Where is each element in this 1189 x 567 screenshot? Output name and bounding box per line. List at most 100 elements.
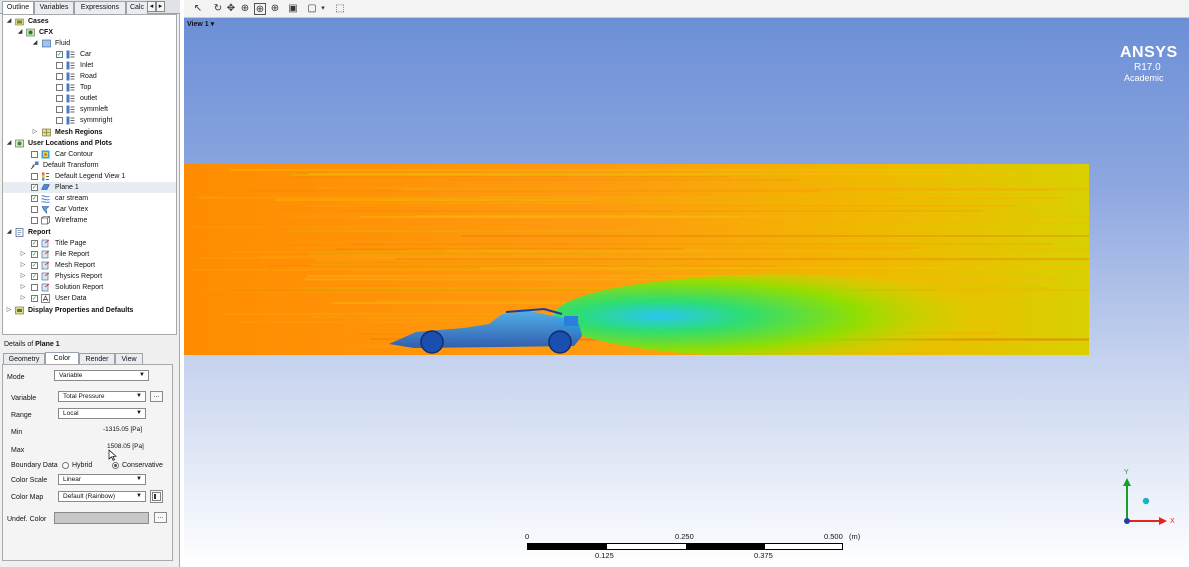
boundary-icon [66,105,75,114]
visibility-checkbox[interactable] [56,73,63,80]
undef-color-browse-button[interactable]: ... [154,512,167,523]
visibility-checkbox[interactable] [31,151,38,158]
pan-icon[interactable]: ✥ [225,3,237,15]
expand-icon[interactable]: ▷ [20,271,26,282]
tree-item-mesh-regions[interactable]: ▷ Mesh Regions [3,127,176,138]
tab-scroll-right-button[interactable]: ▸ [156,1,165,12]
color-scale-select[interactable]: Linear ▼ [58,474,146,485]
undef-color-swatch[interactable] [54,512,149,524]
visibility-checkbox[interactable]: ✓ [31,240,38,247]
visibility-checkbox[interactable]: ✓ [31,195,38,202]
visibility-checkbox[interactable] [56,117,63,124]
scale-unit-label: (m) [849,532,861,541]
collapse-icon[interactable]: ◢ [6,16,12,27]
mode-select[interactable]: Variable ▼ [54,370,149,381]
viewport-layout-dropdown-icon[interactable]: ▾ [317,3,329,15]
visibility-checkbox[interactable]: ✓ [31,251,38,258]
conservative-radio[interactable] [112,462,119,469]
expand-icon[interactable]: ▷ [20,249,26,260]
tab-calculators[interactable]: Calc [126,1,148,14]
tree-item-cfx[interactable]: ◢ CFX [3,27,176,38]
visibility-checkbox[interactable]: ✓ [31,262,38,269]
rotate-icon[interactable]: ↻ [212,3,224,15]
tree-item-report-section[interactable]: ▷ ✓ Mesh Report [3,260,176,271]
visibility-checkbox[interactable]: ✓ [56,51,63,58]
variable-browse-button[interactable]: ... [150,391,163,402]
contour-icon [41,150,50,159]
range-select[interactable]: Local ▼ [58,408,146,419]
expand-icon[interactable]: ▷ [20,293,26,304]
expand-icon[interactable]: ▷ [32,127,38,138]
user-data-icon [41,294,50,303]
tab-expressions[interactable]: Expressions [74,1,126,14]
fit-view-icon[interactable]: ▣ [287,3,299,15]
tree-item-user-locations[interactable]: ◢ User Locations and Plots [3,138,176,149]
hybrid-radio[interactable] [62,462,69,469]
tree-item-plane-1[interactable]: ✓ Plane 1 [3,182,176,193]
visibility-checkbox[interactable]: ✓ [31,295,38,302]
tree-item-boundary[interactable]: symmright [3,115,176,126]
zoom-icon[interactable]: ⊕ [239,3,251,15]
tree-item-report-section[interactable]: ▷ ✓ User Data [3,293,176,304]
variable-select[interactable]: Total Pressure ▼ [58,391,146,402]
color-map-select[interactable]: Default (Rainbow) ▼ [58,491,146,502]
zoom-box-icon[interactable]: ⊕ [254,3,266,15]
tree-item-report-section[interactable]: ▷ Solution Report [3,282,176,293]
dropdown-arrow-icon: ▼ [136,410,142,416]
tree-item-boundary[interactable]: Top [3,82,176,93]
tab-scroll-left-button[interactable]: ◂ [147,1,156,12]
tree-item-default-transform[interactable]: Default Transform [3,160,176,171]
collapse-icon[interactable]: ◢ [32,38,38,49]
tree-item-boundary[interactable]: ✓ Car [3,49,176,60]
zoom-fit-icon[interactable]: ⊕ [269,3,281,15]
collapse-icon[interactable]: ◢ [17,27,23,38]
tree-item-report-section[interactable]: ▷ ✓ Physics Report [3,271,176,282]
tree-item-wireframe[interactable]: Wireframe [3,215,176,226]
boundary-icon [66,116,75,125]
tab-outline[interactable]: Outline [2,1,34,15]
expand-icon[interactable]: ▷ [20,282,26,293]
detach-viewer-icon[interactable]: ⬚ [334,3,346,15]
select-pointer-icon[interactable]: ↖ [192,3,204,15]
visibility-checkbox[interactable] [31,284,38,291]
tree-item-report[interactable]: ◢ Report [3,227,176,238]
tab-variables[interactable]: Variables [34,1,74,14]
tree-item-boundary[interactable]: Road [3,71,176,82]
visibility-checkbox[interactable] [31,217,38,224]
tree-item-report-section[interactable]: ✓ Title Page [3,238,176,249]
expand-icon[interactable]: ▷ [6,305,12,316]
tree-item-car-vortex[interactable]: Car Vortex [3,204,176,215]
report-page-icon [41,239,50,248]
visibility-checkbox[interactable]: ✓ [31,273,38,280]
edit-colormap-icon [152,492,161,501]
tree-item-boundary[interactable]: Inlet [3,60,176,71]
visibility-checkbox[interactable]: ✓ [31,184,38,191]
tree-item-boundary[interactable]: outlet [3,93,176,104]
length-scale-bar: 0 0.250 0.500 (m) 0.125 0.375 [520,530,860,566]
collapse-icon[interactable]: ◢ [6,227,12,238]
visibility-checkbox[interactable] [56,62,63,69]
visibility-checkbox[interactable] [56,95,63,102]
view-selector[interactable]: View 1 ▾ [187,20,214,28]
tree-item-fluid[interactable]: ◢ Fluid [3,38,176,49]
tree-item-default-legend[interactable]: Default Legend View 1 [3,171,176,182]
tree-item-car-contour[interactable]: Car Contour [3,149,176,160]
tree-item-report-section[interactable]: ▷ ✓ File Report [3,249,176,260]
tree-item-boundary[interactable]: symmleft [3,104,176,115]
tree-item-display-properties[interactable]: ▷ Display Properties and Defaults [3,305,176,316]
visibility-checkbox[interactable] [31,173,38,180]
scale-tick-label: 0.125 [595,551,614,560]
expand-icon[interactable]: ▷ [20,260,26,271]
3d-viewer[interactable]: View 1 ▾ ANSYS R17.0 Academic 0 0.250 0.… [184,18,1189,567]
dropdown-arrow-icon: ▼ [139,372,145,378]
visibility-checkbox[interactable] [31,206,38,213]
max-label: Max [11,447,25,454]
color-map-edit-button[interactable] [150,490,163,503]
tree-item-car-stream[interactable]: ✓ car stream [3,193,176,204]
visibility-checkbox[interactable] [56,106,63,113]
tree-item-cases[interactable]: ◢ Cases [3,16,176,27]
variable-label: Variable [11,395,37,402]
visibility-checkbox[interactable] [56,84,63,91]
collapse-icon[interactable]: ◢ [6,138,12,149]
mode-label: Mode [7,374,25,381]
